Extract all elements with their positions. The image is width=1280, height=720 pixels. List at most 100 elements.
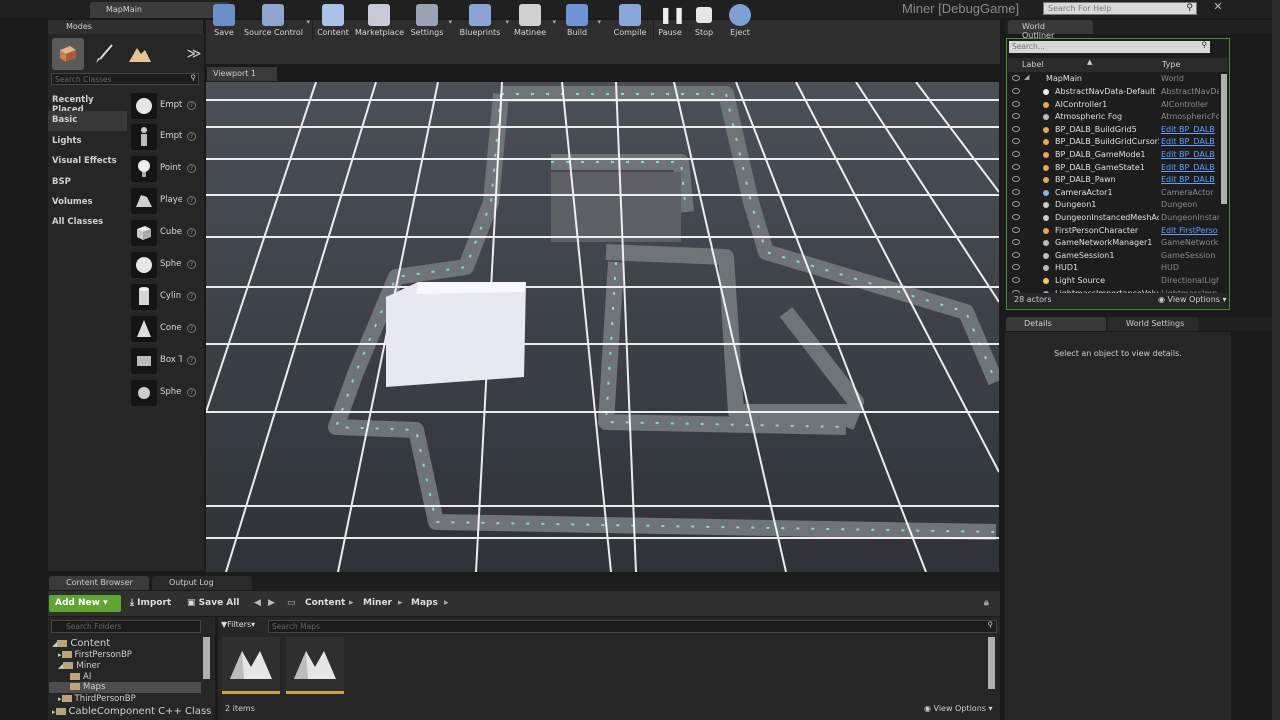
category-volumes[interactable]: Volumes [48, 193, 127, 213]
outliner-row[interactable]: GameSession1 GameSession [1008, 250, 1220, 263]
outliner-row[interactable]: BP_DALB_BuildGridCursor5 Edit BP_DALB [1008, 136, 1220, 149]
eye-icon[interactable] [1012, 201, 1020, 208]
build-cursor-cube[interactable] [386, 282, 526, 387]
outliner-row[interactable]: Light Source DirectionalLigh [1008, 275, 1220, 288]
category-basic[interactable]: Basic [48, 111, 127, 131]
breadcrumb-arrow-icon[interactable]: ▸ [349, 598, 354, 608]
eye-icon[interactable] [1012, 214, 1020, 220]
dropdown-arrow-icon[interactable]: ▾ [552, 18, 556, 26]
breadcrumb-arrow-icon[interactable]: ▸ [398, 598, 403, 608]
eye-icon[interactable] [1012, 163, 1020, 170]
outliner-row[interactable]: BP_DALB_GameMode1 Edit BP_DALB [1008, 149, 1220, 162]
eye-icon[interactable] [1012, 226, 1020, 233]
outliner-scrollbar[interactable] [1221, 74, 1227, 204]
place-mode-icon[interactable] [52, 38, 84, 70]
folder-thirdpersonbp[interactable]: ▸ ThirdPersonBP [58, 694, 136, 704]
folder-cablecomponent[interactable]: ▸ CableComponent C++ Class [52, 706, 211, 717]
viewport-tab[interactable]: Viewport 1 [207, 67, 277, 81]
category-bsp[interactable]: BSP [48, 173, 127, 193]
edit-blueprint-link[interactable]: Edit BP_DALB [1161, 137, 1219, 146]
eye-icon[interactable] [1012, 88, 1020, 94]
stop-button[interactable]: Stop [690, 0, 718, 44]
output-log-tab[interactable]: Output Log [152, 576, 252, 590]
dropdown-arrow-icon[interactable]: ▾ [306, 18, 310, 26]
history-forward-icon[interactable]: ▶ [268, 598, 275, 608]
settings-button[interactable]: Settings ▾ [410, 0, 452, 44]
folder-content[interactable]: ◢ Content [52, 638, 110, 649]
eye-icon[interactable] [1012, 251, 1020, 258]
outliner-row[interactable]: BP_DALB_GameState1 Edit BP_DALB [1008, 162, 1220, 175]
close-window-icon[interactable]: ✕ [1208, 0, 1228, 17]
eject-button[interactable]: Eject [725, 0, 755, 44]
outliner-row[interactable]: Dungeon1 Dungeon [1008, 199, 1220, 212]
edit-blueprint-link[interactable]: Edit BP_DALB [1161, 150, 1219, 159]
world-settings-tab[interactable]: World Settings [1108, 317, 1198, 331]
modes-tab[interactable]: Modes [48, 20, 203, 34]
save-all-button[interactable]: ▣ Save All [187, 598, 239, 608]
outliner-view-options[interactable]: ◉ View Options ▾ [1158, 295, 1227, 304]
dropdown-arrow-icon[interactable]: ▾ [597, 18, 601, 26]
edit-blueprint-link[interactable]: Edit FirstPerso [1161, 226, 1219, 235]
category-recently-placed[interactable]: Recently Placed [48, 91, 127, 115]
source-control-button[interactable]: Source Control ▾ [244, 0, 310, 44]
category-lights[interactable]: Lights [48, 132, 127, 152]
eye-icon[interactable] [1012, 113, 1020, 120]
place-item[interactable]: Cylin? [128, 282, 201, 312]
help-icon[interactable]: ? [187, 292, 196, 301]
landscape-mode-icon[interactable] [124, 38, 156, 70]
col-label-header[interactable]: Label [1022, 60, 1044, 69]
folder-maps[interactable]: Maps [49, 682, 201, 693]
history-back-icon[interactable]: ◀ [254, 598, 261, 608]
outliner-row[interactable]: AbstractNavData-Default AbstractNavDa [1008, 86, 1220, 99]
folder-ai[interactable]: AI [70, 672, 91, 682]
lock-icon[interactable]: 🔒︎ [984, 598, 989, 608]
place-item[interactable]: Playe? [128, 186, 201, 216]
help-icon[interactable]: ? [187, 228, 196, 237]
assets-scrollbar[interactable] [988, 637, 995, 689]
outliner-row[interactable]: BP_DALB_BuildGrid5 Edit BP_DALB [1008, 124, 1220, 137]
blueprints-button[interactable]: Blueprints ▾ [459, 0, 509, 44]
world-outliner-tab[interactable]: World Outliner [1008, 20, 1093, 40]
filters-button[interactable]: ▼Filters▾ [221, 620, 266, 633]
dropdown-arrow-icon[interactable]: ▾ [505, 18, 509, 26]
col-type-header[interactable]: Type [1162, 60, 1180, 69]
eye-icon[interactable] [1012, 125, 1020, 132]
outliner-row[interactable]: GameNetworkManager1 GameNetworkM [1008, 237, 1220, 250]
map-asset-tile[interactable] [222, 637, 280, 694]
help-search-input[interactable]: Search For Help ⚲ [1043, 2, 1197, 15]
content-view-options[interactable]: ◉ View Options ▾ [924, 704, 993, 713]
help-icon[interactable]: ? [187, 324, 196, 333]
eye-icon[interactable] [1012, 277, 1020, 283]
help-icon[interactable]: ? [187, 164, 196, 173]
matinee-button[interactable]: Matinee ▾ [512, 0, 556, 44]
marketplace-button[interactable]: Marketplace [355, 0, 404, 44]
place-item[interactable]: Sphe? [128, 378, 201, 408]
outliner-row[interactable]: HUD1 HUD [1008, 262, 1220, 275]
search-classes-input[interactable]: Search Classes ⚲ [51, 73, 199, 85]
eye-icon[interactable] [1012, 188, 1020, 195]
breadcrumb-miner[interactable]: Miner [363, 598, 392, 608]
folders-scrollbar[interactable] [203, 637, 210, 679]
help-icon[interactable]: ? [187, 196, 196, 205]
eye-icon[interactable] [1012, 176, 1020, 183]
help-icon[interactable]: ? [187, 132, 196, 141]
help-icon[interactable]: ? [187, 356, 196, 365]
category-visual-effects[interactable]: Visual Effects [48, 152, 127, 172]
eye-icon[interactable] [1012, 151, 1020, 157]
place-item[interactable]: Empt? [128, 122, 201, 152]
folder-firstpersonbp[interactable]: ▸ FirstPersonBP [58, 650, 132, 660]
eye-icon[interactable] [1012, 100, 1020, 107]
place-item[interactable]: Box T? [128, 346, 201, 376]
place-item[interactable]: Cone? [128, 314, 201, 344]
place-item[interactable]: Sphe? [128, 250, 201, 280]
help-icon[interactable]: ? [187, 260, 196, 269]
dropdown-arrow-icon[interactable]: ▾ [448, 18, 452, 26]
sort-arrow-icon[interactable]: ▲ [1087, 58, 1092, 66]
pause-button[interactable]: ❚❚ Pause [656, 0, 686, 44]
category-all-classes[interactable]: All Classes [48, 213, 127, 233]
edit-blueprint-link[interactable]: Edit BP_DALB [1161, 163, 1219, 172]
add-new-button[interactable]: Add New ▾ [49, 595, 121, 612]
place-item[interactable]: Point? [128, 154, 201, 184]
place-item[interactable]: Empt? [128, 91, 201, 121]
details-tab[interactable]: Details [1006, 317, 1106, 331]
